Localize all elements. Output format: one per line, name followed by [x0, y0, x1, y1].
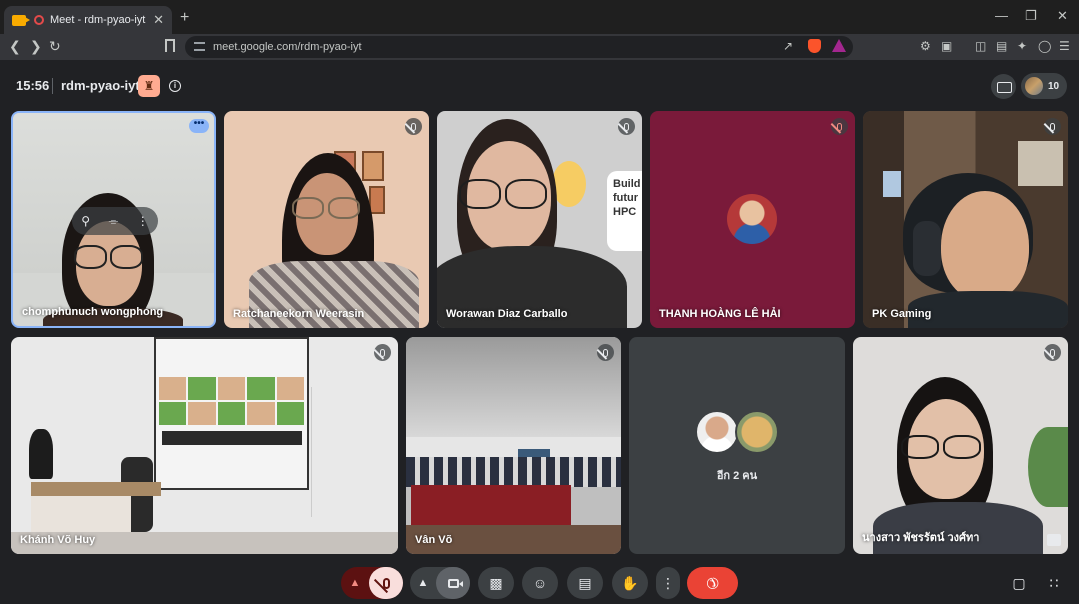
people-button[interactable]: 10: [1021, 73, 1067, 99]
host-controls-icon[interactable]: ♜: [138, 75, 160, 97]
picture-in-picture-icon[interactable]: [1047, 534, 1061, 546]
tab-close-icon[interactable]: ✕: [153, 12, 164, 28]
reactions-button[interactable]: ☺: [522, 567, 558, 599]
more-options-icon[interactable]: •••: [189, 119, 209, 133]
bookmark-icon[interactable]: [165, 39, 175, 52]
muted-icon: [831, 118, 848, 135]
mic-off-icon: [382, 577, 390, 589]
participant-name: นางสาว พัชรรัตน์ วงศ์ทา: [862, 532, 980, 544]
new-tab-button[interactable]: +: [180, 9, 189, 27]
address-toolbar: ❮ ❯ ↻ meet.google.com/rdm-pyao-iyt ↗ ⚙ ▣…: [0, 34, 1079, 60]
activities-icon: ∷: [1049, 574, 1059, 591]
end-call-icon: ✆: [701, 572, 723, 594]
meeting-code: rdm-pyao-iyt: [61, 78, 140, 93]
participant-tile[interactable]: Ratchaneekorn Weerasin: [224, 111, 429, 328]
participant-name: chomphunuch wongphong: [22, 306, 164, 318]
others-count-label: อีก 2 คน: [716, 470, 758, 482]
cast-icon[interactable]: ▣: [941, 39, 952, 53]
participant-name: Vân Võ: [415, 534, 453, 546]
poster-text: Build futur HPC: [613, 178, 641, 218]
muted-icon: [618, 118, 635, 135]
browser-tab[interactable]: Meet - rdm-pyao-iyt ✕: [4, 6, 172, 34]
menu-icon[interactable]: ☰: [1059, 39, 1070, 53]
participant-tile[interactable]: ••• ⚲ ⌯ ⋮ chomphunuch wongphong: [11, 111, 216, 328]
sidebar-icon[interactable]: ◫: [975, 39, 986, 53]
camera-icon: [447, 578, 463, 588]
emoji-icon: ☺: [532, 575, 548, 591]
url-text: meet.google.com/rdm-pyao-iyt: [213, 41, 362, 53]
activities-button[interactable]: ∷: [1040, 567, 1068, 599]
participant-tile[interactable]: PK Gaming: [863, 111, 1068, 328]
captions-icon: ▤: [578, 574, 592, 591]
share-icon[interactable]: ↗: [783, 39, 793, 53]
raise-hand-button[interactable]: ✋: [612, 567, 648, 599]
participant-name: Ratchaneekorn Weerasin: [233, 308, 365, 320]
mic-off-button[interactable]: [369, 567, 403, 599]
close-window-button[interactable]: ✕: [1057, 8, 1068, 24]
meeting-info-icon[interactable]: i: [169, 80, 181, 92]
brave-rewards-icon[interactable]: [832, 39, 846, 52]
muted-icon: [405, 118, 422, 135]
participant-tile[interactable]: THANH HOÀNG LÊ HẢI: [650, 111, 855, 328]
camera-control: ▲: [410, 567, 470, 599]
projected-screen: [154, 337, 309, 490]
present-button[interactable]: ▩: [478, 567, 514, 599]
participant-count: 10: [1048, 80, 1060, 92]
participant-name: Worawan Diaz Carballo: [446, 308, 568, 320]
camera-button[interactable]: [436, 567, 470, 599]
tile-hover-controls: ⚲ ⌯ ⋮: [72, 207, 158, 235]
participant-avatars: [1025, 77, 1043, 95]
divider: [52, 78, 53, 94]
more-icon: ⋮: [661, 574, 675, 591]
present-icon: ▩: [489, 574, 503, 591]
participant-name: THANH HOÀNG LÊ HẢI: [659, 308, 781, 320]
muted-icon: [1044, 344, 1061, 361]
browser-tab-bar: Meet - rdm-pyao-iyt ✕ + — ❐ ✕: [0, 0, 1079, 34]
captions-button[interactable]: ▤: [567, 567, 603, 599]
participant-tile[interactable]: Build futur HPC Worawan Diaz Carballo: [437, 111, 642, 328]
maximize-button[interactable]: ❐: [1025, 8, 1037, 24]
participant-name: PK Gaming: [872, 308, 932, 320]
participant-avatar: [727, 194, 777, 244]
chat-button[interactable]: ▢: [1005, 567, 1033, 599]
participant-tile[interactable]: นางสาว พัชรรัตน์ วงศ์ทา: [853, 337, 1068, 554]
wallet-icon[interactable]: ▤: [996, 39, 1007, 53]
participant-avatar: [695, 410, 739, 454]
url-bar[interactable]: meet.google.com/rdm-pyao-iyt: [185, 36, 853, 58]
microphone-control: ▲: [341, 567, 403, 599]
participant-tile[interactable]: Vân Võ: [406, 337, 621, 554]
extensions-icon[interactable]: ⚙: [920, 39, 931, 53]
leave-call-button[interactable]: ✆: [687, 567, 738, 599]
site-settings-icon[interactable]: [194, 42, 205, 51]
more-options-button[interactable]: ⋮: [656, 567, 680, 599]
raise-hand-icon: ✋: [621, 574, 639, 591]
tab-title: Meet - rdm-pyao-iyt: [50, 14, 146, 26]
audio-options-chevron-icon[interactable]: ▲: [341, 577, 369, 589]
poster-board: Build futur HPC: [607, 171, 642, 251]
meet-favicon-icon: [12, 14, 30, 26]
brave-shields-icon[interactable]: [808, 39, 821, 53]
forward-icon[interactable]: ❯: [30, 38, 42, 55]
mic-icon[interactable]: ⌯: [109, 214, 119, 229]
muted-icon: [597, 344, 614, 361]
others-tile[interactable]: อีก 2 คน: [629, 337, 845, 554]
muted-icon: [1044, 118, 1061, 135]
recording-icon: [34, 15, 44, 25]
participant-avatar: [735, 410, 779, 454]
meeting-time: 15:56: [16, 78, 50, 93]
vpn-icon[interactable]: ◯: [1038, 39, 1051, 53]
chat-icon: ▢: [1012, 574, 1026, 591]
participant-tile[interactable]: Khánh Võ Huy: [11, 337, 398, 554]
muted-icon: [374, 344, 391, 361]
participant-name: Khánh Võ Huy: [20, 534, 96, 546]
reload-icon[interactable]: ↻: [49, 38, 61, 55]
minimize-button[interactable]: —: [995, 8, 1008, 23]
video-options-chevron-icon[interactable]: ▲: [410, 577, 436, 589]
leo-ai-icon[interactable]: ✦: [1017, 39, 1027, 53]
pin-icon[interactable]: ⚲: [81, 214, 90, 228]
more-vert-icon[interactable]: ⋮: [137, 214, 149, 228]
camera-off-indicator-icon[interactable]: [991, 74, 1016, 99]
back-icon[interactable]: ❮: [9, 38, 21, 55]
